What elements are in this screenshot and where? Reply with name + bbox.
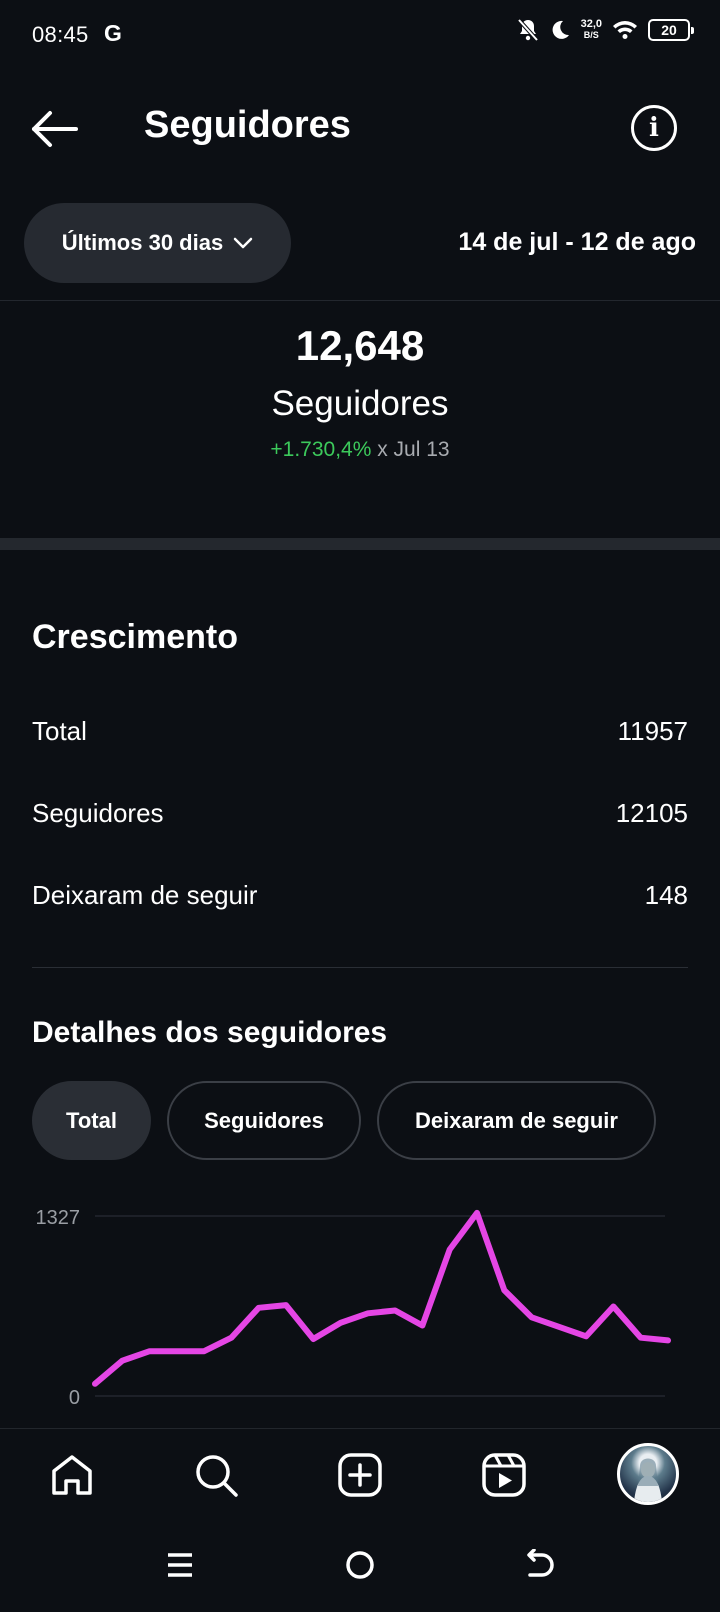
back-button[interactable] (30, 104, 80, 154)
chip-followers[interactable]: Seguidores (167, 1081, 361, 1160)
create-icon (338, 1453, 382, 1497)
followers-chart: 1327 0 (36, 1207, 671, 1409)
growth-row-label: Total (32, 716, 87, 746)
system-menu-button[interactable] (150, 1535, 210, 1595)
search-icon (196, 1455, 238, 1497)
bell-off-icon (517, 18, 539, 42)
followers-label: Seguidores (271, 384, 449, 423)
wifi-icon (613, 21, 637, 39)
net-speed: 32,0 B/S (581, 19, 602, 41)
page-title: Seguidores (144, 104, 351, 146)
y-tick-label: 0 (69, 1387, 80, 1409)
date-range-selector[interactable]: Últimos 30 dias (24, 203, 291, 283)
chip-unfollowed[interactable]: Deixaram de seguir (377, 1081, 656, 1160)
arrow-left-icon (32, 111, 78, 147)
net-speed-unit: B/S (583, 30, 599, 40)
nav-reels-button[interactable] (474, 1445, 534, 1505)
nav-divider (0, 1428, 720, 1429)
nav-profile-avatar[interactable] (617, 1443, 679, 1505)
divider (32, 967, 688, 968)
details-title: Detalhes dos seguidores (32, 1016, 388, 1049)
battery-indicator: 20 (648, 19, 694, 41)
google-icon: G (104, 20, 122, 46)
chip-total[interactable]: Total (32, 1081, 151, 1160)
info-icon: i (649, 113, 659, 143)
avatar-image (634, 1458, 662, 1502)
home-circle-icon (346, 1551, 374, 1579)
moon-icon (552, 20, 569, 39)
nav-search-button[interactable] (186, 1445, 246, 1505)
growth-row-value: 148 (644, 880, 688, 910)
system-back-button[interactable] (510, 1535, 570, 1595)
section-divider (0, 538, 720, 550)
date-range-text: 14 de jul - 12 de ago (458, 228, 696, 256)
menu-icon (168, 1553, 192, 1577)
growth-title: Crescimento (32, 618, 238, 656)
followers-count: 12,648 (295, 322, 425, 369)
reels-icon (482, 1453, 526, 1497)
home-icon (52, 1455, 92, 1495)
info-button[interactable]: i (631, 105, 677, 151)
change-reference: x Jul 13 (371, 438, 450, 461)
followers-change: +1.730,4% x Jul 13 (0, 438, 720, 462)
growth-row-value: 12105 (615, 798, 688, 828)
nav-home-button[interactable] (42, 1445, 102, 1505)
chevron-down-icon (233, 237, 253, 249)
series-line (92, 1209, 671, 1387)
growth-row-label: Deixaram de seguir (32, 880, 258, 910)
growth-row-label: Seguidores (32, 798, 164, 828)
change-value: +1.730,4% (270, 438, 372, 461)
nav-create-button[interactable] (330, 1445, 390, 1505)
growth-row-value: 11957 (617, 716, 688, 746)
net-speed-value: 32,0 (580, 18, 602, 30)
y-tick-label: 1327 (36, 1207, 81, 1229)
back-icon (527, 1549, 554, 1577)
system-home-button[interactable] (330, 1535, 390, 1595)
status-time: 08:45 (32, 22, 89, 47)
status-icons: 32,0 B/S 20 (517, 18, 694, 42)
divider (0, 300, 720, 301)
date-range-label: Últimos 30 dias (61, 230, 224, 255)
